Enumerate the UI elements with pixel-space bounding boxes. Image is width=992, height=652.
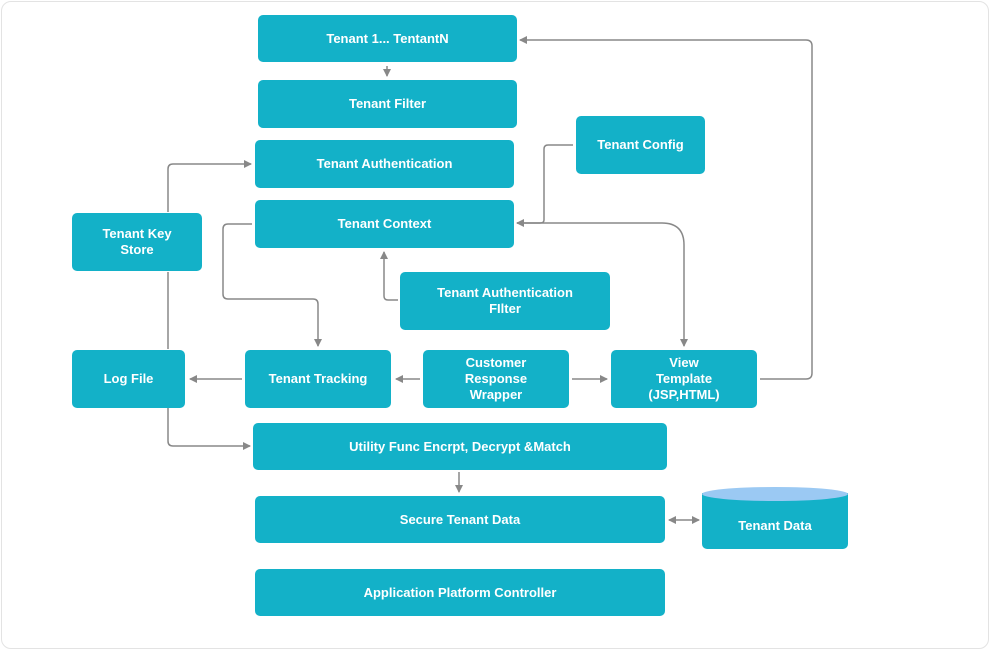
node-tenant-authentication[interactable]: Tenant Authentication bbox=[255, 140, 514, 188]
node-tenant-data-database[interactable]: Tenant Data bbox=[702, 487, 848, 549]
node-tenant-tracking[interactable]: Tenant Tracking bbox=[245, 350, 391, 408]
database-label: Tenant Data bbox=[738, 517, 812, 533]
node-tenant-filter[interactable]: Tenant Filter bbox=[258, 80, 517, 128]
node-customer-response-wrapper[interactable]: Customer Response Wrapper bbox=[423, 350, 569, 408]
edge-logfile-to-utility bbox=[167, 408, 251, 450]
edge-authfilter-to-context bbox=[380, 251, 398, 301]
node-log-file[interactable]: Log File bbox=[72, 350, 185, 408]
edge-keystore-to-auth bbox=[167, 160, 252, 212]
node-secure-tenant-data[interactable]: Secure Tenant Data bbox=[255, 496, 665, 543]
node-tenant-config[interactable]: Tenant Config bbox=[576, 116, 705, 174]
node-tenants[interactable]: Tenant 1... TentantN bbox=[258, 15, 517, 62]
node-tenant-context[interactable]: Tenant Context bbox=[255, 200, 514, 248]
node-utility-func[interactable]: Utility Func Encrpt, Decrypt &Match bbox=[253, 423, 667, 470]
node-tenant-key-store[interactable]: Tenant Key Store bbox=[72, 213, 202, 271]
node-view-template[interactable]: View Template (JSP,HTML) bbox=[611, 350, 757, 408]
database-cap bbox=[702, 487, 848, 501]
node-tenant-authentication-filter[interactable]: Tenant Authentication FIlter bbox=[400, 272, 610, 330]
edge-config-to-context bbox=[516, 144, 573, 227]
node-application-platform-controller[interactable]: Application Platform Controller bbox=[255, 569, 665, 616]
